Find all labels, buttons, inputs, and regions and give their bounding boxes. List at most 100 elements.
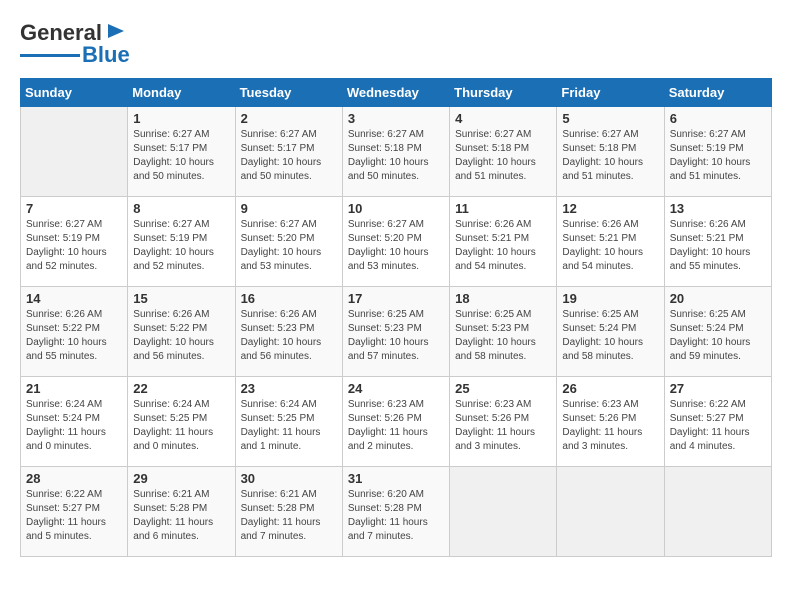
day-number: 10 (348, 201, 444, 216)
calendar-day-cell: 9 Sunrise: 6:27 AM Sunset: 5:20 PM Dayli… (235, 197, 342, 287)
day-info: Sunrise: 6:23 AM Sunset: 5:26 PM Dayligh… (348, 398, 444, 454)
day-info: Sunrise: 6:27 AM Sunset: 5:20 PM Dayligh… (348, 218, 444, 274)
weekday-header-row: SundayMondayTuesdayWednesdayThursdayFrid… (21, 79, 772, 107)
weekday-header-cell: Thursday (450, 79, 557, 107)
calendar-day-cell: 23 Sunrise: 6:24 AM Sunset: 5:25 PM Dayl… (235, 377, 342, 467)
day-info: Sunrise: 6:27 AM Sunset: 5:18 PM Dayligh… (455, 128, 551, 184)
calendar-day-cell: 31 Sunrise: 6:20 AM Sunset: 5:28 PM Dayl… (342, 467, 449, 557)
calendar-day-cell (664, 467, 771, 557)
calendar-day-cell: 21 Sunrise: 6:24 AM Sunset: 5:24 PM Dayl… (21, 377, 128, 467)
day-number: 8 (133, 201, 229, 216)
weekday-header-cell: Saturday (664, 79, 771, 107)
day-info: Sunrise: 6:26 AM Sunset: 5:22 PM Dayligh… (26, 308, 122, 364)
calendar-day-cell: 17 Sunrise: 6:25 AM Sunset: 5:23 PM Dayl… (342, 287, 449, 377)
day-info: Sunrise: 6:23 AM Sunset: 5:26 PM Dayligh… (562, 398, 658, 454)
day-info: Sunrise: 6:20 AM Sunset: 5:28 PM Dayligh… (348, 488, 444, 544)
day-info: Sunrise: 6:25 AM Sunset: 5:24 PM Dayligh… (562, 308, 658, 364)
calendar-day-cell: 12 Sunrise: 6:26 AM Sunset: 5:21 PM Dayl… (557, 197, 664, 287)
logo-arrow-icon (104, 22, 126, 40)
day-number: 14 (26, 291, 122, 306)
day-info: Sunrise: 6:24 AM Sunset: 5:24 PM Dayligh… (26, 398, 122, 454)
logo-text-blue: Blue (82, 42, 130, 68)
day-number: 16 (241, 291, 337, 306)
calendar-day-cell: 11 Sunrise: 6:26 AM Sunset: 5:21 PM Dayl… (450, 197, 557, 287)
day-number: 27 (670, 381, 766, 396)
day-info: Sunrise: 6:27 AM Sunset: 5:19 PM Dayligh… (670, 128, 766, 184)
day-info: Sunrise: 6:24 AM Sunset: 5:25 PM Dayligh… (241, 398, 337, 454)
day-number: 17 (348, 291, 444, 306)
calendar-day-cell: 1 Sunrise: 6:27 AM Sunset: 5:17 PM Dayli… (128, 107, 235, 197)
calendar-day-cell: 18 Sunrise: 6:25 AM Sunset: 5:23 PM Dayl… (450, 287, 557, 377)
day-info: Sunrise: 6:27 AM Sunset: 5:19 PM Dayligh… (133, 218, 229, 274)
day-info: Sunrise: 6:24 AM Sunset: 5:25 PM Dayligh… (133, 398, 229, 454)
day-number: 23 (241, 381, 337, 396)
day-info: Sunrise: 6:27 AM Sunset: 5:18 PM Dayligh… (562, 128, 658, 184)
day-info: Sunrise: 6:23 AM Sunset: 5:26 PM Dayligh… (455, 398, 551, 454)
calendar-day-cell (21, 107, 128, 197)
logo-underline (20, 54, 80, 57)
calendar-day-cell: 15 Sunrise: 6:26 AM Sunset: 5:22 PM Dayl… (128, 287, 235, 377)
calendar-day-cell (557, 467, 664, 557)
calendar-day-cell: 20 Sunrise: 6:25 AM Sunset: 5:24 PM Dayl… (664, 287, 771, 377)
day-number: 30 (241, 471, 337, 486)
day-info: Sunrise: 6:27 AM Sunset: 5:18 PM Dayligh… (348, 128, 444, 184)
calendar-day-cell: 28 Sunrise: 6:22 AM Sunset: 5:27 PM Dayl… (21, 467, 128, 557)
day-info: Sunrise: 6:26 AM Sunset: 5:21 PM Dayligh… (670, 218, 766, 274)
calendar-day-cell: 19 Sunrise: 6:25 AM Sunset: 5:24 PM Dayl… (557, 287, 664, 377)
calendar-body: 1 Sunrise: 6:27 AM Sunset: 5:17 PM Dayli… (21, 107, 772, 557)
day-number: 12 (562, 201, 658, 216)
day-info: Sunrise: 6:26 AM Sunset: 5:21 PM Dayligh… (562, 218, 658, 274)
day-number: 22 (133, 381, 229, 396)
calendar-day-cell: 6 Sunrise: 6:27 AM Sunset: 5:19 PM Dayli… (664, 107, 771, 197)
day-info: Sunrise: 6:26 AM Sunset: 5:23 PM Dayligh… (241, 308, 337, 364)
day-info: Sunrise: 6:25 AM Sunset: 5:23 PM Dayligh… (348, 308, 444, 364)
day-info: Sunrise: 6:21 AM Sunset: 5:28 PM Dayligh… (133, 488, 229, 544)
calendar-week-row: 28 Sunrise: 6:22 AM Sunset: 5:27 PM Dayl… (21, 467, 772, 557)
weekday-header-cell: Friday (557, 79, 664, 107)
calendar-day-cell: 27 Sunrise: 6:22 AM Sunset: 5:27 PM Dayl… (664, 377, 771, 467)
day-number: 26 (562, 381, 658, 396)
day-info: Sunrise: 6:26 AM Sunset: 5:21 PM Dayligh… (455, 218, 551, 274)
calendar-table: SundayMondayTuesdayWednesdayThursdayFrid… (20, 78, 772, 557)
calendar-week-row: 7 Sunrise: 6:27 AM Sunset: 5:19 PM Dayli… (21, 197, 772, 287)
day-number: 24 (348, 381, 444, 396)
calendar-day-cell: 29 Sunrise: 6:21 AM Sunset: 5:28 PM Dayl… (128, 467, 235, 557)
calendar-day-cell: 4 Sunrise: 6:27 AM Sunset: 5:18 PM Dayli… (450, 107, 557, 197)
day-info: Sunrise: 6:27 AM Sunset: 5:20 PM Dayligh… (241, 218, 337, 274)
day-number: 21 (26, 381, 122, 396)
day-number: 9 (241, 201, 337, 216)
day-number: 15 (133, 291, 229, 306)
day-number: 6 (670, 111, 766, 126)
calendar-day-cell: 30 Sunrise: 6:21 AM Sunset: 5:28 PM Dayl… (235, 467, 342, 557)
calendar-day-cell: 10 Sunrise: 6:27 AM Sunset: 5:20 PM Dayl… (342, 197, 449, 287)
calendar-day-cell: 26 Sunrise: 6:23 AM Sunset: 5:26 PM Dayl… (557, 377, 664, 467)
day-number: 28 (26, 471, 122, 486)
day-number: 11 (455, 201, 551, 216)
page-header: General Blue (20, 20, 772, 68)
day-number: 20 (670, 291, 766, 306)
logo: General Blue (20, 20, 130, 68)
calendar-week-row: 21 Sunrise: 6:24 AM Sunset: 5:24 PM Dayl… (21, 377, 772, 467)
calendar-day-cell: 7 Sunrise: 6:27 AM Sunset: 5:19 PM Dayli… (21, 197, 128, 287)
weekday-header-cell: Sunday (21, 79, 128, 107)
calendar-week-row: 1 Sunrise: 6:27 AM Sunset: 5:17 PM Dayli… (21, 107, 772, 197)
day-number: 2 (241, 111, 337, 126)
day-info: Sunrise: 6:27 AM Sunset: 5:17 PM Dayligh… (133, 128, 229, 184)
calendar-day-cell: 8 Sunrise: 6:27 AM Sunset: 5:19 PM Dayli… (128, 197, 235, 287)
day-info: Sunrise: 6:27 AM Sunset: 5:17 PM Dayligh… (241, 128, 337, 184)
day-number: 29 (133, 471, 229, 486)
day-info: Sunrise: 6:21 AM Sunset: 5:28 PM Dayligh… (241, 488, 337, 544)
day-number: 7 (26, 201, 122, 216)
day-info: Sunrise: 6:25 AM Sunset: 5:23 PM Dayligh… (455, 308, 551, 364)
weekday-header-cell: Tuesday (235, 79, 342, 107)
weekday-header-cell: Wednesday (342, 79, 449, 107)
calendar-day-cell (450, 467, 557, 557)
day-info: Sunrise: 6:22 AM Sunset: 5:27 PM Dayligh… (670, 398, 766, 454)
calendar-day-cell: 22 Sunrise: 6:24 AM Sunset: 5:25 PM Dayl… (128, 377, 235, 467)
calendar-day-cell: 25 Sunrise: 6:23 AM Sunset: 5:26 PM Dayl… (450, 377, 557, 467)
day-number: 4 (455, 111, 551, 126)
weekday-header-cell: Monday (128, 79, 235, 107)
calendar-day-cell: 2 Sunrise: 6:27 AM Sunset: 5:17 PM Dayli… (235, 107, 342, 197)
day-number: 13 (670, 201, 766, 216)
day-number: 18 (455, 291, 551, 306)
